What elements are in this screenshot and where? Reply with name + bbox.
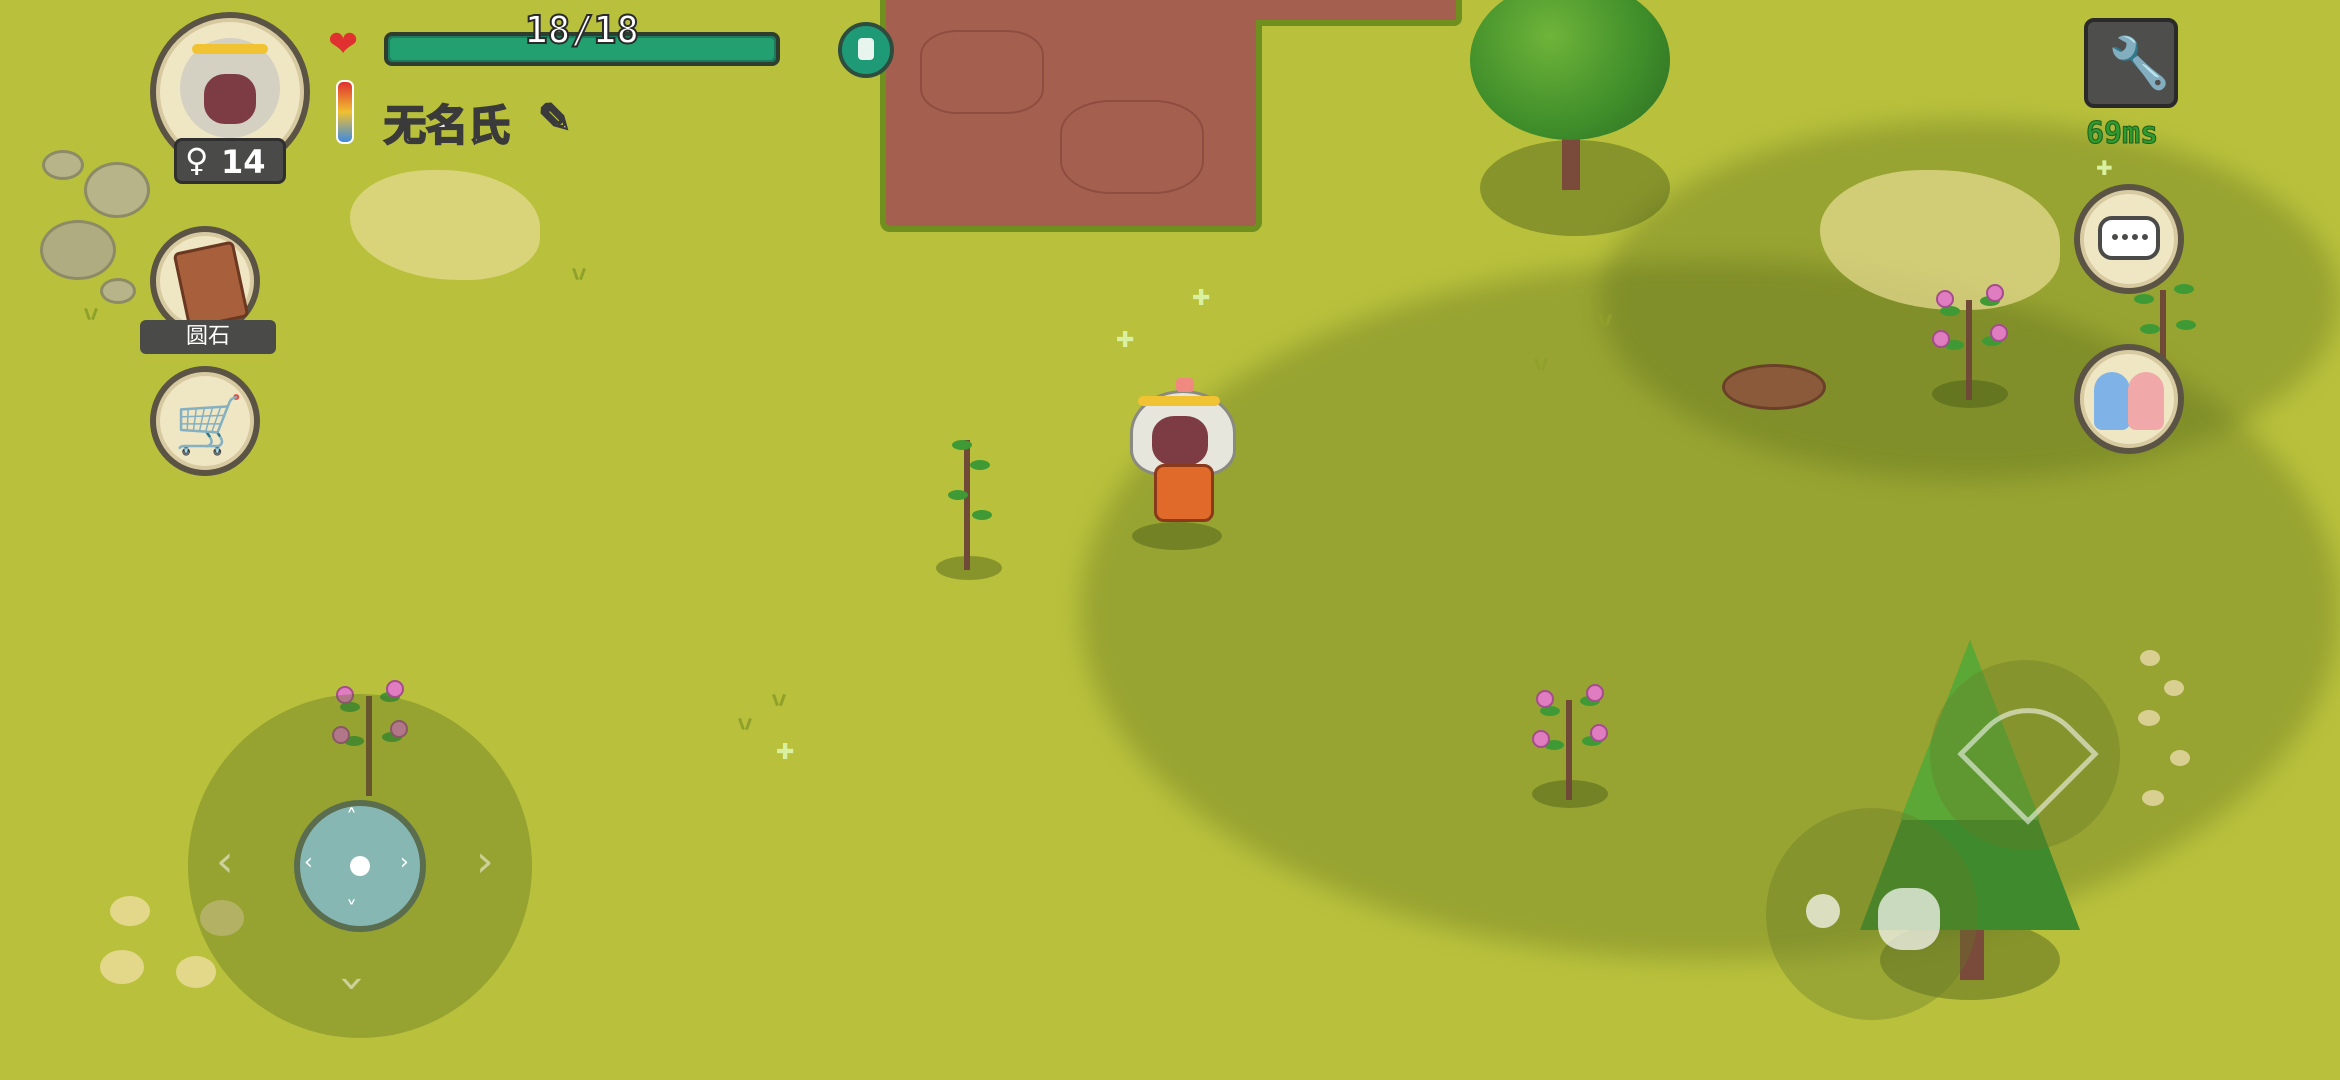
clover: ✚ — [776, 740, 795, 765]
health-text: 18/18 — [524, 7, 640, 53]
social-button[interactable] — [2074, 344, 2184, 454]
chevron-right-icon: › — [476, 836, 494, 887]
flower-bush[interactable] — [1520, 680, 1620, 810]
character-halo — [1138, 396, 1220, 406]
age-value: 14 — [221, 143, 266, 181]
character-body — [1154, 464, 1214, 522]
wrench-icon: 🔧 — [2108, 34, 2171, 92]
chevron-left-icon: ‹ — [216, 836, 234, 887]
heart-icon: ❤ — [328, 24, 359, 65]
ping-text: 69ms — [2085, 116, 2159, 152]
age-badge: ♀ 14 — [174, 138, 286, 184]
character-face — [1152, 416, 1208, 466]
female-icon: ♀ — [185, 141, 209, 179]
round-tree[interactable] — [1470, 0, 1670, 140]
pebble-path — [2130, 650, 2200, 830]
dirt-mound[interactable] — [1722, 364, 1826, 410]
dirt-crack — [920, 30, 1044, 114]
sapling-leaf — [952, 440, 972, 450]
shopping-cart-icon: 🛒 — [174, 393, 244, 458]
sapling-leaf — [972, 510, 992, 520]
player-name[interactable]: 无名氏 — [383, 92, 511, 153]
avatar-portrait — [180, 38, 280, 138]
chevron-down-icon: › — [327, 974, 379, 993]
character-bow — [1176, 378, 1194, 392]
grass-tuft — [1532, 358, 1550, 370]
clover: ✚ — [2096, 156, 2113, 180]
chat-button[interactable] — [2074, 184, 2184, 294]
player-character[interactable] — [1126, 378, 1236, 550]
backpack-icon[interactable] — [838, 22, 894, 78]
dirt-crack — [1060, 100, 1204, 194]
friends-icon — [2094, 372, 2166, 432]
held-item-label: 圆石 — [140, 320, 276, 354]
flower-bush[interactable] — [1920, 280, 2020, 410]
grass-tuft — [570, 268, 588, 280]
sapling-leaf — [948, 490, 968, 500]
attack-button[interactable] — [1930, 660, 2120, 850]
grass-tuft — [1596, 314, 1614, 326]
grass-tuft — [770, 694, 788, 706]
grab-button[interactable] — [1766, 808, 1978, 1020]
clover: ✚ — [1192, 286, 1211, 311]
shop-button[interactable]: 🛒 — [150, 366, 260, 476]
sapling[interactable] — [964, 440, 970, 570]
grass-tuft — [82, 308, 100, 320]
stone-pile[interactable] — [40, 150, 150, 310]
bow-icon — [1957, 683, 2099, 825]
settings-button[interactable]: 🔧 — [2084, 18, 2178, 108]
thermometer-icon — [336, 80, 354, 144]
speech-bubble-icon — [2098, 216, 2160, 260]
pencil-icon[interactable]: ✎ — [537, 95, 572, 143]
sand-patch — [350, 170, 540, 280]
joystick-knob[interactable]: ˄ ˅ ‹ › — [294, 800, 426, 932]
hand-icon — [1878, 888, 1940, 950]
clover: ✚ — [1116, 328, 1135, 353]
grass-tuft — [736, 718, 754, 730]
dirt-patch[interactable] — [1256, 0, 1462, 26]
book-icon — [172, 240, 250, 330]
sapling-leaf — [970, 460, 990, 470]
